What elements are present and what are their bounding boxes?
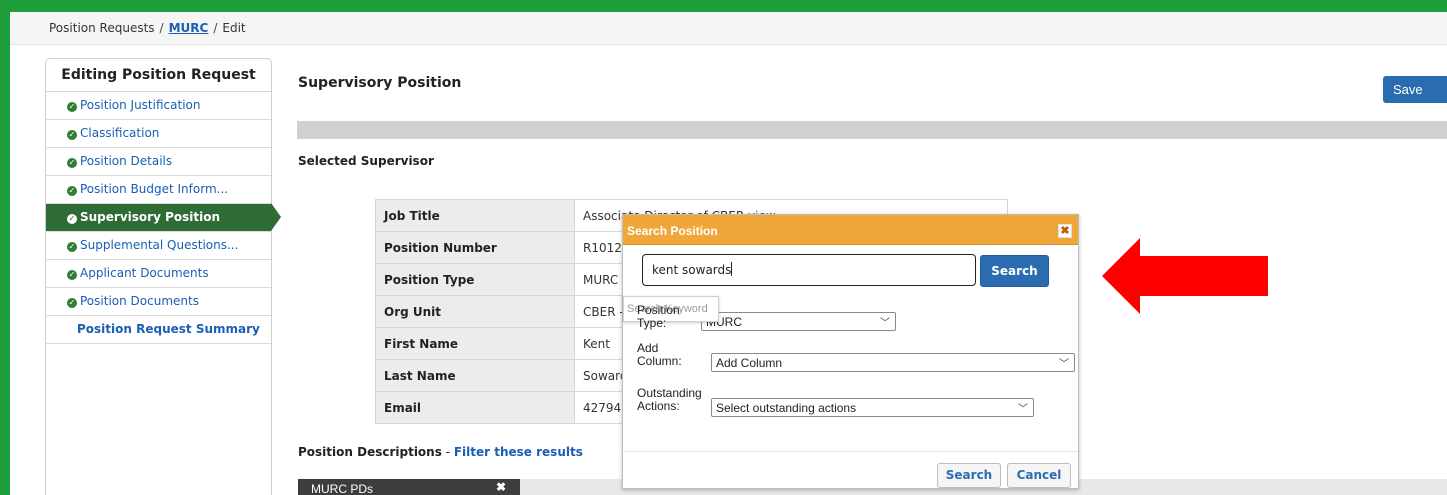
table-key: Last Name <box>375 359 575 392</box>
check-circle-icon: ✓ <box>67 214 77 224</box>
sidebar-item-supplemental-questions[interactable]: ✓ Supplemental Questions... <box>46 232 271 260</box>
sidebar-item-label: Applicant Documents <box>80 266 209 280</box>
position-descriptions-heading: Position Descriptions - Filter these res… <box>298 445 583 459</box>
modal-footer-divider <box>623 451 1078 452</box>
sidebar-item-position-documents[interactable]: ✓ Position Documents <box>46 288 271 316</box>
search-button[interactable]: Search <box>980 255 1049 287</box>
outstanding-actions-select[interactable]: Select outstanding actions ﹀ <box>711 398 1034 417</box>
pd-tab-label: MURC PDs <box>311 482 373 495</box>
close-icon[interactable]: ✖ <box>496 480 506 494</box>
select-value: Select outstanding actions <box>716 401 857 415</box>
keyword-value: kent sowards <box>652 263 732 277</box>
sidebar-title: Editing Position Request <box>46 59 271 92</box>
red-arrow-icon <box>1102 238 1268 314</box>
table-key: Position Number <box>375 231 575 264</box>
check-circle-icon: ✓ <box>67 298 77 308</box>
heading-dash: - <box>441 445 454 459</box>
table-key: Org Unit <box>375 295 575 328</box>
sidebar-item-label: Position Documents <box>80 294 199 308</box>
sidebar-item-supervisory-position[interactable]: ✓ Supervisory Position <box>46 203 281 232</box>
cancel-button[interactable]: Cancel <box>1007 463 1071 488</box>
sidebar-item-position-details[interactable]: ✓ Position Details <box>46 148 271 176</box>
sidebar-item-label: Position Justification <box>80 98 201 112</box>
pd-tab[interactable]: MURC PDs ✖ <box>298 479 520 495</box>
keyword-search-input[interactable]: kent sowards <box>642 254 976 286</box>
sidebar: Editing Position Request ✓ Position Justi… <box>45 58 281 495</box>
breadcrumb-separator: / <box>213 21 218 35</box>
page-title: Supervisory Position <box>298 75 462 91</box>
modal-title: Search Position <box>623 215 1078 245</box>
sidebar-item-label: Classification <box>80 126 160 140</box>
breadcrumb-murc-link[interactable]: MURC <box>169 21 209 35</box>
sidebar-item-position-request-summary[interactable]: Position Request Summary <box>46 316 271 344</box>
breadcrumb-separator: / <box>159 21 164 35</box>
sidebar-item-label: Position Budget Inform... <box>80 182 229 196</box>
table-key: Job Title <box>375 199 575 232</box>
sidebar-item-position-justification[interactable]: ✓ Position Justification <box>46 92 271 120</box>
sidebar-item-label: Supplemental Questions... <box>80 238 239 252</box>
check-circle-icon: ✓ <box>67 130 77 140</box>
breadcrumb-current: Edit <box>222 21 246 35</box>
chevron-down-icon: ﹀ <box>1059 359 1069 370</box>
add-column-select[interactable]: Add Column ﹀ <box>711 353 1075 372</box>
chevron-down-icon: ﹀ <box>880 318 890 329</box>
check-circle-icon: ✓ <box>67 158 77 168</box>
position-descriptions-label: Position Descriptions <box>298 445 442 459</box>
breadcrumb-root[interactable]: Position Requests <box>49 21 155 35</box>
sidebar-item-label: Supervisory Position <box>80 210 221 224</box>
footer-search-button[interactable]: Search <box>937 463 1001 488</box>
sidebar-item-applicant-documents[interactable]: ✓ Applicant Documents <box>46 260 271 288</box>
search-position-modal: Search Position ✖ kent sowards Search Se… <box>622 214 1079 489</box>
check-circle-icon: ✓ <box>67 102 77 112</box>
section-divider-bar <box>297 121 1447 139</box>
close-icon[interactable]: ✖ <box>1058 224 1072 238</box>
sidebar-item-label: Position Request Summary <box>77 322 260 336</box>
filter-results-link[interactable]: Filter these results <box>454 445 583 459</box>
table-key: Position Type <box>375 263 575 296</box>
save-button[interactable]: Save <box>1383 76 1447 103</box>
position-type-label: Position Type: <box>637 303 680 330</box>
table-key: First Name <box>375 327 575 360</box>
table-key: Email <box>375 391 575 424</box>
sidebar-item-position-budget[interactable]: ✓ Position Budget Inform... <box>46 176 271 204</box>
check-circle-icon: ✓ <box>67 270 77 280</box>
outstanding-actions-label: Outstanding Actions: <box>637 386 702 413</box>
sidebar-item-label: Position Details <box>80 154 173 168</box>
check-circle-icon: ✓ <box>67 242 77 252</box>
breadcrumb: Position Requests / MURC / Edit <box>10 12 1447 45</box>
chevron-down-icon: ﹀ <box>1018 404 1028 415</box>
check-circle-icon: ✓ <box>67 186 77 196</box>
add-column-label: Add Column: <box>637 341 682 368</box>
position-type-select[interactable]: MURC ﹀ <box>701 312 896 331</box>
selected-supervisor-heading: Selected Supervisor <box>298 154 434 168</box>
page-frame: Position Requests / MURC / Edit Editing Posi… <box>10 12 1447 495</box>
sidebar-item-classification[interactable]: ✓ Classification <box>46 120 271 148</box>
select-value: Add Column <box>716 356 783 370</box>
